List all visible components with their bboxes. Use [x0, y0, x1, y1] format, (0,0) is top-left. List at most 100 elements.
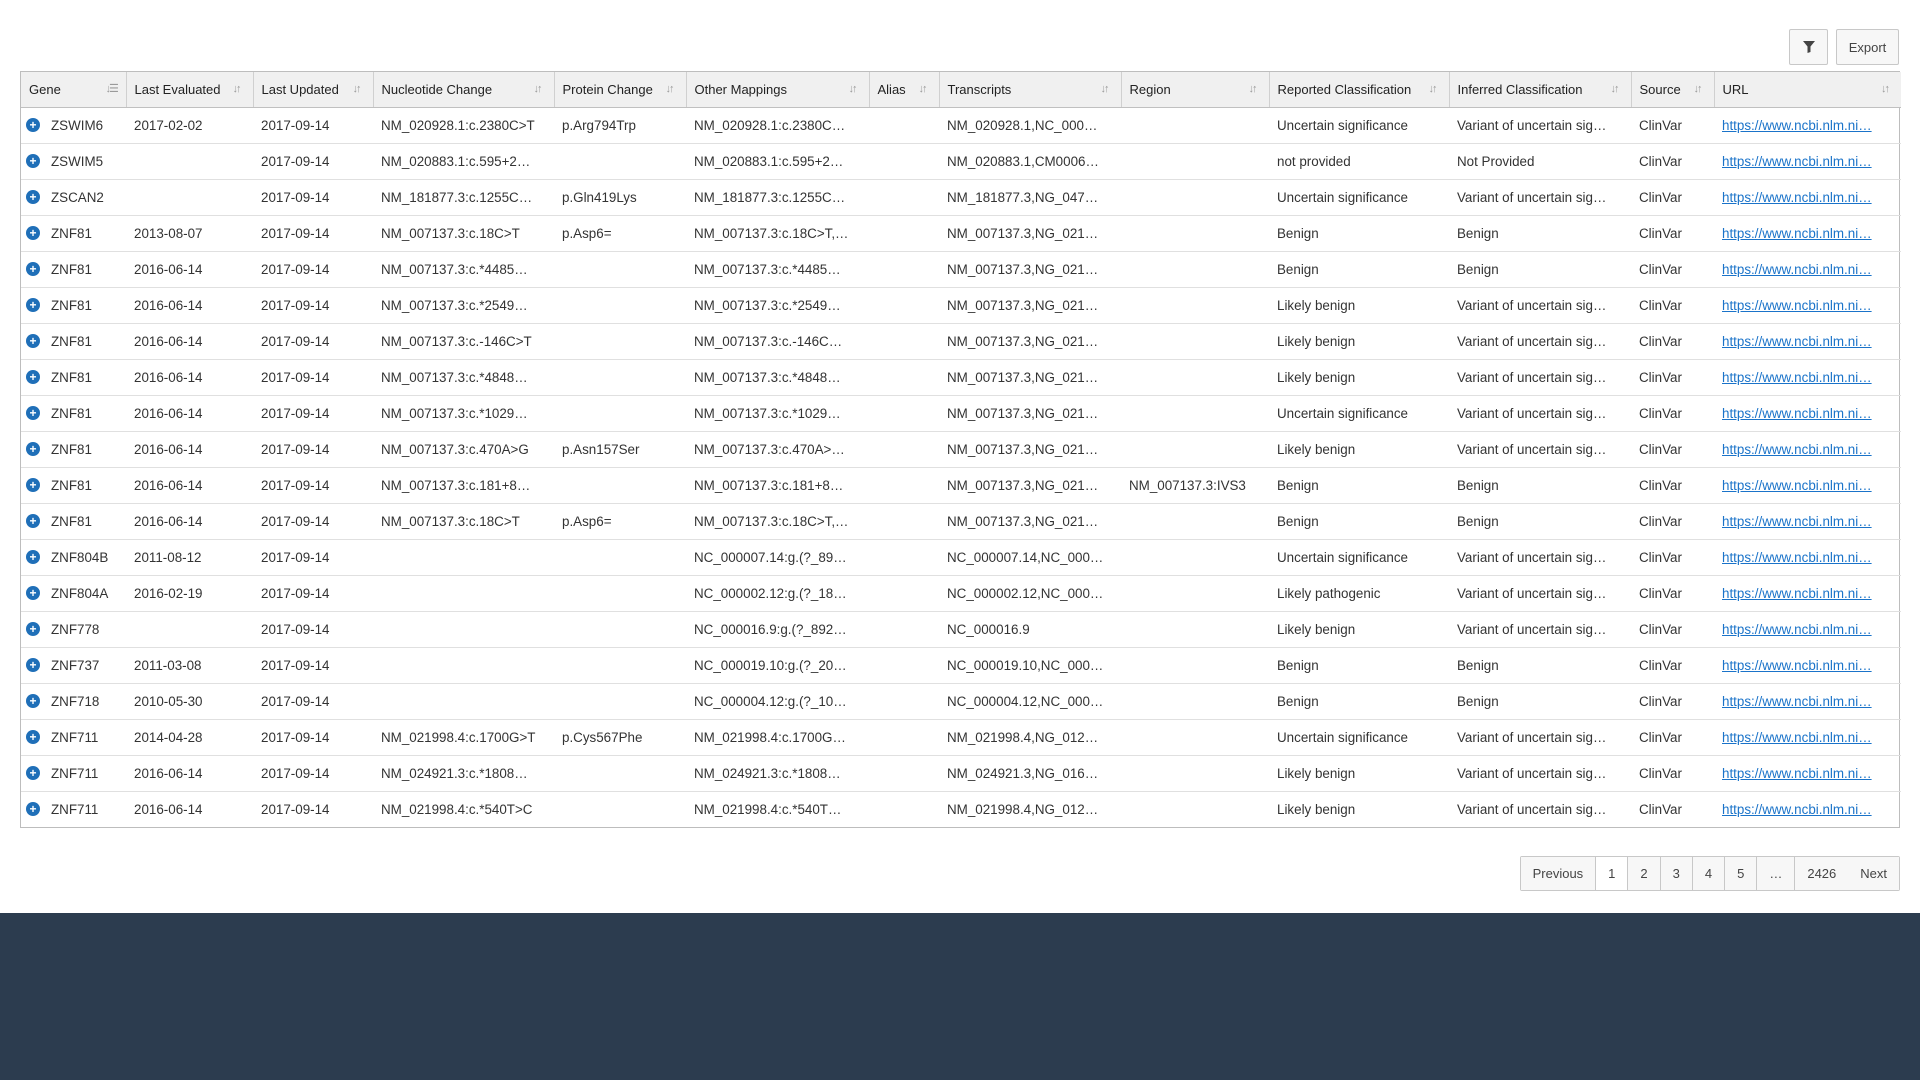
column-header-other-mappings[interactable]: Other Mappings ↓↑ [686, 72, 870, 108]
export-button[interactable]: Export [1836, 29, 1899, 65]
expand-row-icon[interactable]: + [26, 261, 40, 276]
table-row[interactable]: + ZSWIM6 2017-02-02 2017-09-14 NM_020928.1:c… [21, 107, 1901, 144]
expand-row-icon[interactable]: + [26, 117, 40, 132]
page-button-2[interactable]: 2 [1628, 857, 1661, 890]
table-row[interactable]: + ZNF81 2013-08-07 2017-09-14 NM_007137.3:c.… [21, 215, 1901, 252]
filter-button[interactable] [1789, 29, 1828, 65]
expand-row-icon[interactable]: + [26, 369, 40, 384]
page-button-5[interactable]: 5 [1725, 857, 1758, 890]
expand-row-icon[interactable]: + [26, 225, 40, 240]
url-link[interactable]: https://www.ncbi.nlm.ni… [1722, 334, 1872, 349]
url-link[interactable]: https://www.ncbi.nlm.ni… [1722, 694, 1872, 709]
footer-band [0, 913, 1920, 1080]
table-row[interactable]: + ZNF711 2016-06-14 2017-09-14 NM_024921.3:c… [21, 755, 1901, 792]
expand-row-icon[interactable]: + [26, 297, 40, 312]
page-button-2426[interactable]: 2426 [1795, 857, 1849, 890]
url-link[interactable]: https://www.ncbi.nlm.ni… [1722, 766, 1872, 781]
table-row[interactable]: + ZSCAN2 2017-09-14 NM_181877.3:c.1255C… p.G… [21, 179, 1901, 216]
expand-row-icon[interactable]: + [26, 513, 40, 528]
url-link[interactable]: https://www.ncbi.nlm.ni… [1722, 658, 1872, 673]
sort-icon[interactable]: ↓↑ [849, 82, 861, 96]
table-row[interactable]: + ZSWIM5 2017-09-14 NM_020883.1:c.595+2… NM_… [21, 143, 1901, 180]
next-page-button[interactable]: Next [1848, 857, 1899, 890]
table-row[interactable]: + ZNF778 2017-09-14 NC_000016.9:g.(?_892… NC… [21, 611, 1901, 648]
expand-row-icon[interactable]: + [26, 801, 40, 816]
table-row[interactable]: + ZNF81 2016-06-14 2017-09-14 NM_007137.3:c.… [21, 431, 1901, 468]
url-link[interactable]: https://www.ncbi.nlm.ni… [1722, 514, 1872, 529]
sort-icon[interactable]: ↓↑ [666, 82, 678, 96]
sort-icon[interactable]: ↓↑ [1101, 82, 1113, 96]
url-link[interactable]: https://www.ncbi.nlm.ni… [1722, 478, 1872, 493]
cell-transcripts: NM_007137.3,NG_021… [939, 323, 1121, 360]
expand-row-icon[interactable]: + [26, 333, 40, 348]
url-link[interactable]: https://www.ncbi.nlm.ni… [1722, 730, 1872, 745]
url-link[interactable]: https://www.ncbi.nlm.ni… [1722, 406, 1872, 421]
page-button-1[interactable]: 1 [1596, 857, 1629, 890]
url-link[interactable]: https://www.ncbi.nlm.ni… [1722, 442, 1872, 457]
expand-row-icon[interactable]: + [26, 405, 40, 420]
expand-row-icon[interactable]: + [26, 441, 40, 456]
url-link[interactable]: https://www.ncbi.nlm.ni… [1722, 370, 1872, 385]
sort-icon[interactable]: ↓↑ [1611, 82, 1623, 96]
url-link[interactable]: https://www.ncbi.nlm.ni… [1722, 118, 1872, 133]
expand-row-icon[interactable]: + [26, 189, 40, 204]
sort-icon[interactable]: ↓↑ [1881, 82, 1893, 96]
sort-icon[interactable]: ↓↑ [534, 82, 546, 96]
table-row[interactable]: + ZNF81 2016-06-14 2017-09-14 NM_007137.3:c.… [21, 503, 1901, 540]
url-link[interactable]: https://www.ncbi.nlm.ni… [1722, 550, 1872, 565]
column-header-last-updated[interactable]: Last Updated ↓↑ [253, 72, 374, 108]
column-header-reported-classification[interactable]: Reported Classification ↓↑ [1269, 72, 1450, 108]
table-row[interactable]: + ZNF804A 2016-02-19 2017-09-14 NC_000002.12… [21, 575, 1901, 612]
table-row[interactable]: + ZNF81 2016-06-14 2017-09-14 NM_007137.3:c.… [21, 395, 1901, 432]
column-header-alias[interactable]: Alias ↓↑ [869, 72, 940, 108]
url-link[interactable]: https://www.ncbi.nlm.ni… [1722, 802, 1872, 817]
sort-icon[interactable]: ↓↑ [1694, 82, 1706, 96]
sort-desc-icon[interactable]: ↓☰ [106, 82, 119, 96]
url-link[interactable]: https://www.ncbi.nlm.ni… [1722, 622, 1872, 637]
column-header-inferred-classification[interactable]: Inferred Classification ↓↑ [1449, 72, 1632, 108]
column-header-protein-change[interactable]: Protein Change ↓↑ [554, 72, 687, 108]
cell-inferred-classification: Variant of uncertain sig… [1449, 287, 1631, 324]
sort-icon[interactable]: ↓↑ [233, 82, 245, 96]
column-header-source[interactable]: Source ↓↑ [1631, 72, 1715, 108]
table-row[interactable]: + ZNF718 2010-05-30 2017-09-14 NC_000004.12:… [21, 683, 1901, 720]
table-row[interactable]: + ZNF711 2016-06-14 2017-09-14 NM_021998.4:c… [21, 791, 1901, 827]
expand-row-icon[interactable]: + [26, 621, 40, 636]
column-header-gene[interactable]: Gene ↓☰ [21, 72, 127, 108]
column-header-last-evaluated[interactable]: Last Evaluated ↓↑ [126, 72, 254, 108]
url-link[interactable]: https://www.ncbi.nlm.ni… [1722, 226, 1872, 241]
column-header-url[interactable]: URL ↓↑ [1714, 72, 1901, 108]
sort-icon[interactable]: ↓↑ [1429, 82, 1441, 96]
table-row[interactable]: + ZNF81 2016-06-14 2017-09-14 NM_007137.3:c.… [21, 251, 1901, 288]
sort-icon[interactable]: ↓↑ [919, 82, 931, 96]
cell-inferred-classification: Variant of uncertain sig… [1449, 755, 1631, 792]
table-row[interactable]: + ZNF737 2011-03-08 2017-09-14 NC_000019.10:… [21, 647, 1901, 684]
expand-row-icon[interactable]: + [26, 585, 40, 600]
sort-icon[interactable]: ↓↑ [1249, 82, 1261, 96]
url-link[interactable]: https://www.ncbi.nlm.ni… [1722, 298, 1872, 313]
expand-row-icon[interactable]: + [26, 153, 40, 168]
expand-row-icon[interactable]: + [26, 693, 40, 708]
expand-row-icon[interactable]: + [26, 765, 40, 780]
expand-row-icon[interactable]: + [26, 477, 40, 492]
page-button-3[interactable]: 3 [1660, 857, 1693, 890]
url-link[interactable]: https://www.ncbi.nlm.ni… [1722, 190, 1872, 205]
sort-icon[interactable]: ↓↑ [353, 82, 365, 96]
column-header-region[interactable]: Region ↓↑ [1121, 72, 1270, 108]
column-header-nucleotide-change[interactable]: Nucleotide Change ↓↑ [373, 72, 555, 108]
table-row[interactable]: + ZNF81 2016-06-14 2017-09-14 NM_007137.3:c.… [21, 467, 1901, 504]
expand-row-icon[interactable]: + [26, 549, 40, 564]
previous-page-button[interactable]: Previous [1520, 857, 1597, 890]
expand-row-icon[interactable]: + [26, 729, 40, 744]
table-row[interactable]: + ZNF804B 2011-08-12 2017-09-14 NC_000007.14… [21, 539, 1901, 576]
table-row[interactable]: + ZNF81 2016-06-14 2017-09-14 NM_007137.3:c.… [21, 323, 1901, 360]
table-row[interactable]: + ZNF81 2016-06-14 2017-09-14 NM_007137.3:c.… [21, 287, 1901, 324]
url-link[interactable]: https://www.ncbi.nlm.ni… [1722, 154, 1872, 169]
expand-row-icon[interactable]: + [26, 657, 40, 672]
url-link[interactable]: https://www.ncbi.nlm.ni… [1722, 586, 1872, 601]
table-row[interactable]: + ZNF711 2014-04-28 2017-09-14 NM_021998.4:c… [21, 719, 1901, 756]
url-link[interactable]: https://www.ncbi.nlm.ni… [1722, 262, 1872, 277]
page-button-4[interactable]: 4 [1692, 857, 1726, 890]
table-row[interactable]: + ZNF81 2016-06-14 2017-09-14 NM_007137.3:c.… [21, 359, 1901, 396]
column-header-transcripts[interactable]: Transcripts ↓↑ [939, 72, 1122, 108]
